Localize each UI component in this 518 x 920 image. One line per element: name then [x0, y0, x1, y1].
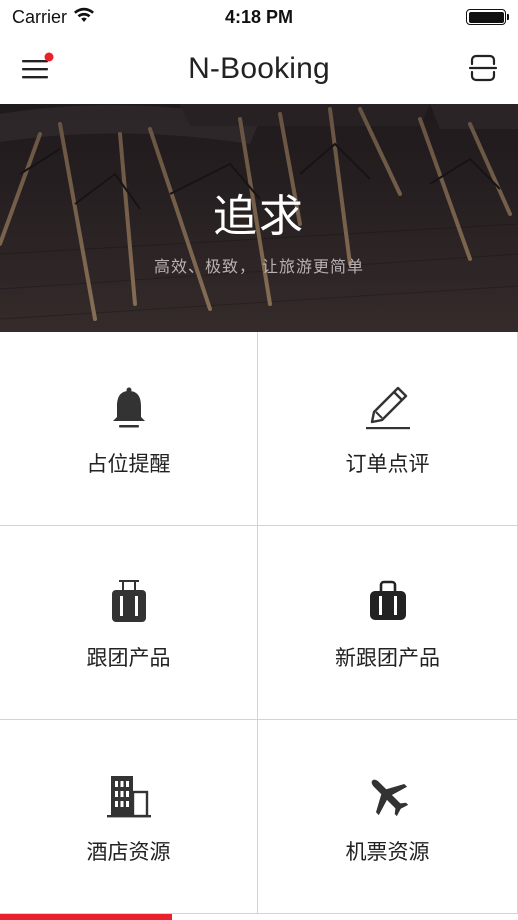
status-bar: Carrier 4:18 PM: [0, 0, 518, 34]
nav-bar: N-Booking: [0, 34, 518, 104]
menu-button[interactable]: [20, 52, 56, 84]
pencil-icon: [365, 386, 410, 430]
hero-subtitle: 高效、极致， 让旅游更简单: [153, 257, 365, 276]
luggage-icon: [111, 580, 146, 622]
carrier-name: Carrier: [12, 6, 68, 27]
bell-icon: [112, 387, 145, 428]
grid-item-label: 新跟团产品: [335, 646, 440, 670]
bag-icon: [369, 580, 406, 620]
scan-button[interactable]: [468, 53, 498, 83]
grid-item-label: 机票资源: [345, 840, 430, 864]
building-icon: [106, 776, 151, 818]
grid-item-new-group-tour[interactable]: 新跟团产品: [258, 526, 518, 720]
battery-icon: [466, 9, 509, 25]
tab-indicator: [0, 914, 172, 920]
feature-grid: 占位提醒 订单点评 跟团产品 新跟团产品 酒店资源 机票资源: [0, 332, 518, 914]
grid-item-label: 跟团产品: [86, 646, 171, 670]
hero-banner: 追求 高效、极致， 让旅游更简单: [0, 104, 518, 332]
grid-item-group-tour[interactable]: 跟团产品: [0, 526, 258, 720]
app-title: N-Booking: [188, 52, 330, 85]
status-left: Carrier: [12, 7, 95, 28]
airplane-icon: [371, 779, 408, 817]
grid-item-hotel-resources[interactable]: 酒店资源: [0, 720, 258, 914]
grid-item-seat-reminder[interactable]: 占位提醒: [0, 332, 258, 526]
hamburger-menu-icon: [22, 52, 54, 79]
grid-item-label: 酒店资源: [86, 840, 171, 864]
battery-level: [468, 11, 504, 23]
grid-item-label: 占位提醒: [86, 452, 171, 476]
wifi-icon: [73, 7, 95, 28]
grid-item-flight-resources[interactable]: 机票资源: [258, 720, 518, 914]
notification-dot: [44, 52, 54, 62]
hero-title: 追求: [213, 191, 305, 242]
grid-item-order-review[interactable]: 订单点评: [258, 332, 518, 526]
grid-item-label: 订单点评: [345, 452, 430, 476]
scan-icon: [468, 54, 498, 82]
